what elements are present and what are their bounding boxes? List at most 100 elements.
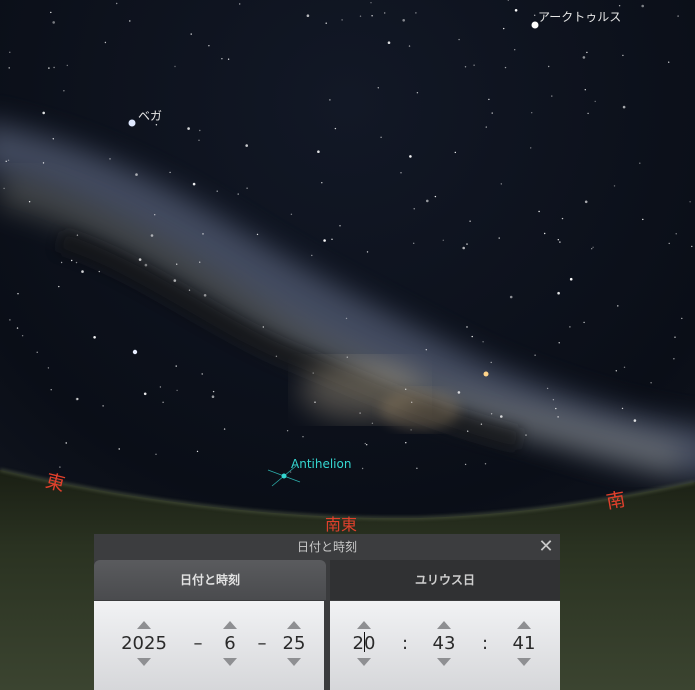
star [557, 239, 559, 241]
star [591, 248, 593, 250]
second-down-arrow-icon[interactable] [517, 658, 531, 666]
second-up-arrow-icon[interactable] [517, 621, 531, 629]
star [530, 147, 532, 149]
star [196, 450, 199, 453]
star [118, 448, 120, 450]
star [150, 234, 154, 237]
star [366, 251, 369, 253]
star-vega[interactable] [128, 119, 136, 127]
star [75, 261, 78, 264]
star [129, 20, 131, 22]
star [586, 51, 588, 54]
star [216, 190, 218, 192]
star [668, 242, 670, 245]
tab-julian-day[interactable]: ユリウス日 [330, 560, 560, 600]
star [405, 442, 407, 444]
star [42, 162, 45, 164]
star [339, 225, 341, 227]
month-spinbox[interactable]: 6 [200, 601, 260, 690]
star [175, 365, 177, 367]
star [641, 4, 644, 8]
star [466, 326, 468, 328]
month-up-arrow-icon[interactable] [223, 621, 237, 629]
dialog-title[interactable]: 日付と時刻 [94, 534, 560, 560]
star [325, 22, 327, 24]
star [569, 326, 571, 328]
star [81, 270, 84, 273]
star [155, 124, 158, 126]
close-icon[interactable]: ✕ [536, 537, 556, 557]
star [329, 99, 331, 101]
star [359, 412, 361, 414]
day-spinbox[interactable]: 25 [264, 601, 324, 690]
star [498, 237, 500, 239]
second-spinbox[interactable]: 41 [494, 601, 554, 690]
year-up-arrow-icon[interactable] [137, 621, 151, 629]
star [188, 289, 191, 291]
star [413, 208, 415, 210]
star [557, 416, 559, 418]
star [415, 12, 417, 14]
star [583, 321, 585, 324]
star [500, 183, 502, 185]
star [457, 391, 461, 394]
minute-down-arrow-icon[interactable] [437, 658, 451, 666]
star [144, 263, 148, 267]
star [681, 317, 683, 320]
star [208, 45, 210, 47]
star [60, 261, 63, 264]
star [371, 422, 374, 424]
hour-value[interactable]: 20 [334, 632, 394, 656]
star [650, 382, 652, 384]
star-bright[interactable] [132, 349, 138, 355]
year-value[interactable]: 2025 [114, 632, 174, 656]
star [9, 51, 11, 53]
star [642, 218, 644, 221]
star [199, 129, 201, 132]
star [480, 423, 483, 425]
date-time-dialog: 日付と時刻 ✕ 日付と時刻 ユリウス日 2025 – 6 – 25 20 : 4… [94, 534, 560, 690]
star [116, 2, 118, 5]
star [246, 187, 248, 189]
star [176, 389, 178, 392]
star [256, 233, 259, 236]
star [557, 291, 560, 295]
second-value[interactable]: 41 [494, 632, 554, 656]
day-value[interactable]: 25 [264, 632, 324, 656]
star [371, 15, 373, 17]
star [262, 326, 264, 328]
year-down-arrow-icon[interactable] [137, 658, 151, 666]
star [65, 442, 67, 444]
star [321, 182, 323, 184]
hour-up-arrow-icon[interactable] [357, 621, 371, 629]
star [490, 361, 492, 364]
minute-up-arrow-icon[interactable] [437, 621, 451, 629]
hour-down-arrow-icon[interactable] [357, 658, 371, 666]
minute-spinbox[interactable]: 43 [414, 601, 474, 690]
star [504, 66, 507, 69]
year-spinbox[interactable]: 2025 [114, 601, 174, 690]
star [331, 238, 333, 240]
star [454, 151, 456, 154]
star [617, 305, 619, 307]
star [187, 127, 190, 130]
hour-spinbox[interactable]: 20 [334, 601, 394, 690]
star [377, 87, 379, 89]
star [434, 195, 437, 198]
star [613, 185, 616, 187]
month-value[interactable]: 6 [200, 632, 260, 656]
star [198, 139, 200, 141]
month-down-arrow-icon[interactable] [223, 658, 237, 666]
day-up-arrow-icon[interactable] [287, 621, 301, 629]
star [551, 95, 553, 97]
star [409, 155, 412, 158]
star [174, 65, 176, 68]
star [370, 2, 372, 4]
minute-value[interactable]: 43 [414, 632, 474, 656]
star [639, 162, 641, 164]
tab-date-time[interactable]: 日付と時刻 [94, 560, 326, 600]
star [668, 61, 670, 63]
star-bright-orange[interactable] [483, 371, 489, 377]
star [384, 12, 386, 14]
day-down-arrow-icon[interactable] [287, 658, 301, 666]
